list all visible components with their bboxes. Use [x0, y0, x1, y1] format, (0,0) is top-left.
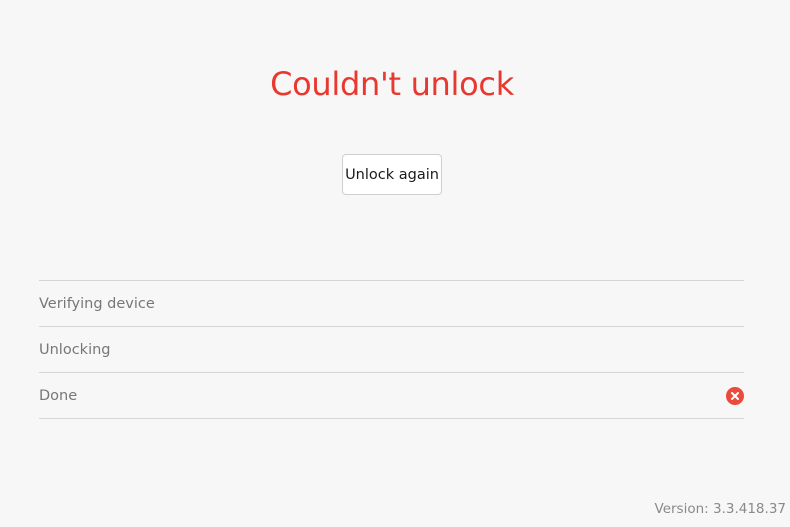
- version-label: Version: 3.3.418.37: [654, 501, 786, 517]
- step-label: Unlocking: [39, 341, 111, 358]
- step-verifying-device: Verifying device: [39, 281, 744, 327]
- unlock-again-button[interactable]: Unlock again: [342, 154, 442, 195]
- step-label: Verifying device: [39, 295, 155, 312]
- step-done: Done: [39, 373, 744, 419]
- error-x-circle-icon: [726, 386, 744, 405]
- step-unlocking: Unlocking: [39, 327, 744, 373]
- progress-steps-list: Verifying device Unlocking Done: [39, 280, 744, 419]
- page-title: Couldn't unlock: [270, 65, 514, 103]
- step-label: Done: [39, 387, 78, 404]
